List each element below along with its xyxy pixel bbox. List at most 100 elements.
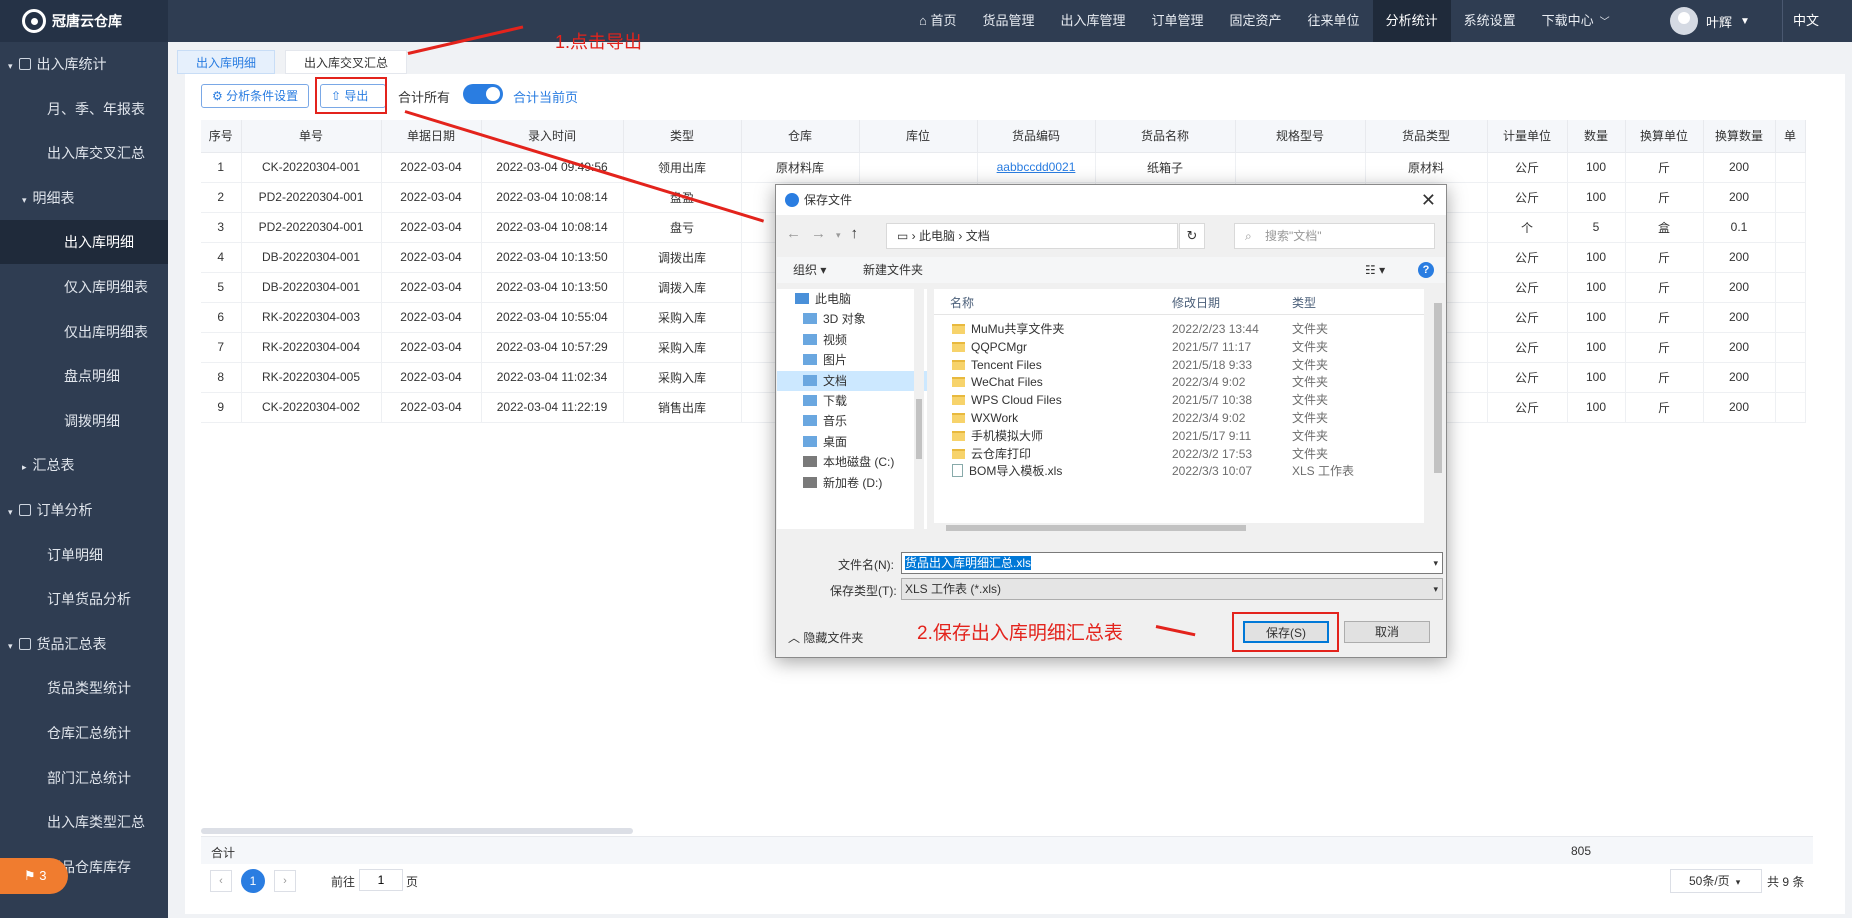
table-cell[interactable]: aabbccdd0021 [977,152,1096,183]
refresh-icon[interactable]: ↻ [1179,223,1205,249]
column-header[interactable]: 换算单位 [1625,120,1704,153]
sidebar-item-8[interactable]: 调拨明细 [0,399,168,443]
column-header[interactable]: 货品类型 [1365,120,1488,153]
sidebar-item-2[interactable]: 出入库交叉汇总 [0,131,168,175]
files-scrollbar[interactable] [1432,289,1444,529]
nav-orders[interactable]: 订单管理 [1139,0,1217,42]
app-logo[interactable]: 冠唐云仓库 [0,0,168,42]
new-folder-button[interactable]: 新建文件夹 [863,257,923,283]
table-row[interactable]: 1 CK-20220304-001 2022-03-04 2022-03-04 09:… [201,152,1806,183]
nav-partners[interactable]: 往来单位 [1295,0,1373,42]
column-header[interactable]: 换算数量 [1703,120,1776,153]
next-page-button[interactable]: › [274,870,296,892]
forward-icon[interactable]: → [811,225,836,242]
sum-page-label: 合计当前页 [513,90,579,105]
close-icon[interactable]: ✕ [1421,185,1436,215]
user-menu[interactable]: 叶辉 ▼ [1670,0,1750,42]
prev-page-button[interactable]: ‹ [210,870,232,892]
view-options-icon[interactable]: ☷ ▾ [1365,257,1385,283]
sidebar-item-12[interactable]: 订单货品分析 [0,577,168,621]
address-bar[interactable]: ▭ › 此电脑 › 文档 [886,223,1178,249]
column-header[interactable]: 货品名称 [1095,120,1236,153]
nav-home[interactable]: ⌂ 首页 [906,0,969,42]
column-header[interactable]: 计量单位 [1487,120,1568,153]
tree-item[interactable]: 桌面 [777,432,927,452]
sidebar-item-15[interactable]: 仓库汇总统计 [0,711,168,755]
save-button[interactable]: 保存(S) [1243,621,1329,643]
nav-inout[interactable]: 出入库管理 [1048,0,1139,42]
tree-item[interactable]: 视频 [777,330,927,350]
nav-download[interactable]: 下载中心 ﹀ [1529,0,1623,42]
tree-item[interactable]: 本地磁盘 (C:) [777,452,927,472]
column-header[interactable]: 单号 [241,120,382,153]
column-header[interactable]: 单 [1775,120,1806,153]
nav-analysis[interactable]: 分析统计 [1372,0,1451,42]
sidebar-item-11[interactable]: 订单明细 [0,533,168,577]
sidebar-item-13[interactable]: ▾ 货品汇总表 [0,622,168,666]
column-header[interactable]: 序号 [201,120,242,153]
sidebar-item-4[interactable]: 出入库明细 [0,220,168,265]
sidebar-item-5[interactable]: 仅入库明细表 [0,265,168,309]
tree-item[interactable]: 文档 [777,370,927,391]
column-header[interactable]: 数量 [1567,120,1626,153]
sum-toggle[interactable] [463,84,503,104]
column-header[interactable]: 类型 [623,120,742,153]
notification-badge[interactable]: ⚑ 3 [0,858,68,894]
sidebar-item-10[interactable]: ▾ 订单分析 [0,488,168,532]
col-type[interactable]: 类型 [1292,294,1316,311]
column-header[interactable]: 库位 [859,120,978,153]
cancel-button[interactable]: 取消 [1344,621,1430,643]
nav-settings[interactable]: 系统设置 [1451,0,1529,42]
goto-page-input[interactable] [359,869,403,891]
tree-scrollbar[interactable] [914,289,924,529]
sidebar-item-17[interactable]: 出入库类型汇总 [0,800,168,844]
page-size-select[interactable]: 50条/页 ▾ [1670,869,1762,893]
column-header[interactable]: 单据日期 [381,120,482,153]
organize-button[interactable]: 组织 ▾ [793,257,826,283]
tab-inout-detail[interactable]: 出入库明细 [177,50,276,74]
sidebar-item-6[interactable]: 仅出库明细表 [0,310,168,354]
horizontal-scrollbar[interactable] [201,828,633,834]
filetype-select[interactable]: XLS 工作表 (*.xls) ▾ [901,578,1443,600]
tree-item[interactable]: 下载 [777,391,927,411]
sidebar-item-label: 明细表 [32,189,75,206]
gear-icon: ⚙ [212,89,227,103]
column-header[interactable]: 货品编码 [977,120,1096,153]
nav-assets[interactable]: 固定资产 [1217,0,1295,42]
column-header[interactable]: 规格型号 [1235,120,1366,153]
tree-item[interactable]: 3D 对象 [777,309,927,329]
current-page[interactable]: 1 [241,869,265,893]
sidebar-item-3[interactable]: ▾ 明细表 [0,176,168,220]
chevron-down-icon[interactable]: ▾ [836,230,851,240]
folder-icon [952,430,965,441]
sidebar-item-14[interactable]: 货品类型统计 [0,666,168,710]
goods-code-link[interactable]: aabbccdd0021 [997,160,1076,174]
filename-input[interactable]: 货品出入库明细汇总.xls ▾ [901,552,1443,574]
help-icon[interactable]: ? [1418,262,1434,278]
tab-cross-summary[interactable]: 出入库交叉汇总 [285,50,408,74]
up-icon[interactable]: ↑ [851,225,869,242]
tree-item[interactable]: 新加卷 (D:) [777,473,927,493]
back-icon[interactable]: ← [786,225,811,242]
nav-goods[interactable]: 货品管理 [969,0,1047,42]
file-row[interactable]: BOM导入模板.xls 2022/3/3 10:07 XLS 工作表 [934,461,1354,482]
hide-folders-toggle[interactable]: ︿ 隐藏文件夹 [788,629,863,646]
table-cell: 7 [201,332,242,363]
col-date[interactable]: 修改日期 [1172,294,1220,311]
tree-item[interactable]: 音乐 [777,411,927,431]
search-input[interactable]: ⌕ 搜索"文档" [1234,223,1435,249]
sidebar-item-label: 部门汇总统计 [47,769,131,786]
column-header[interactable]: 录入时间 [481,120,624,153]
column-header[interactable]: 仓库 [741,120,860,153]
tree-item[interactable]: 图片 [777,350,927,370]
language-switch[interactable]: 中文 [1782,0,1819,42]
sidebar-item-9[interactable]: ▸ 汇总表 [0,443,168,487]
files-hscroll[interactable] [934,523,1424,533]
analysis-settings-button[interactable]: ⚙ 分析条件设置 [201,84,310,108]
sidebar-item-0[interactable]: ▾ 出入库统计 [0,42,168,86]
col-name[interactable]: 名称 [950,294,974,311]
sidebar-item-7[interactable]: 盘点明细 [0,354,168,398]
sidebar-item-1[interactable]: 月、季、年报表 [0,87,168,131]
sidebar-item-16[interactable]: 部门汇总统计 [0,756,168,800]
tree-item[interactable]: 此电脑 [777,289,927,309]
